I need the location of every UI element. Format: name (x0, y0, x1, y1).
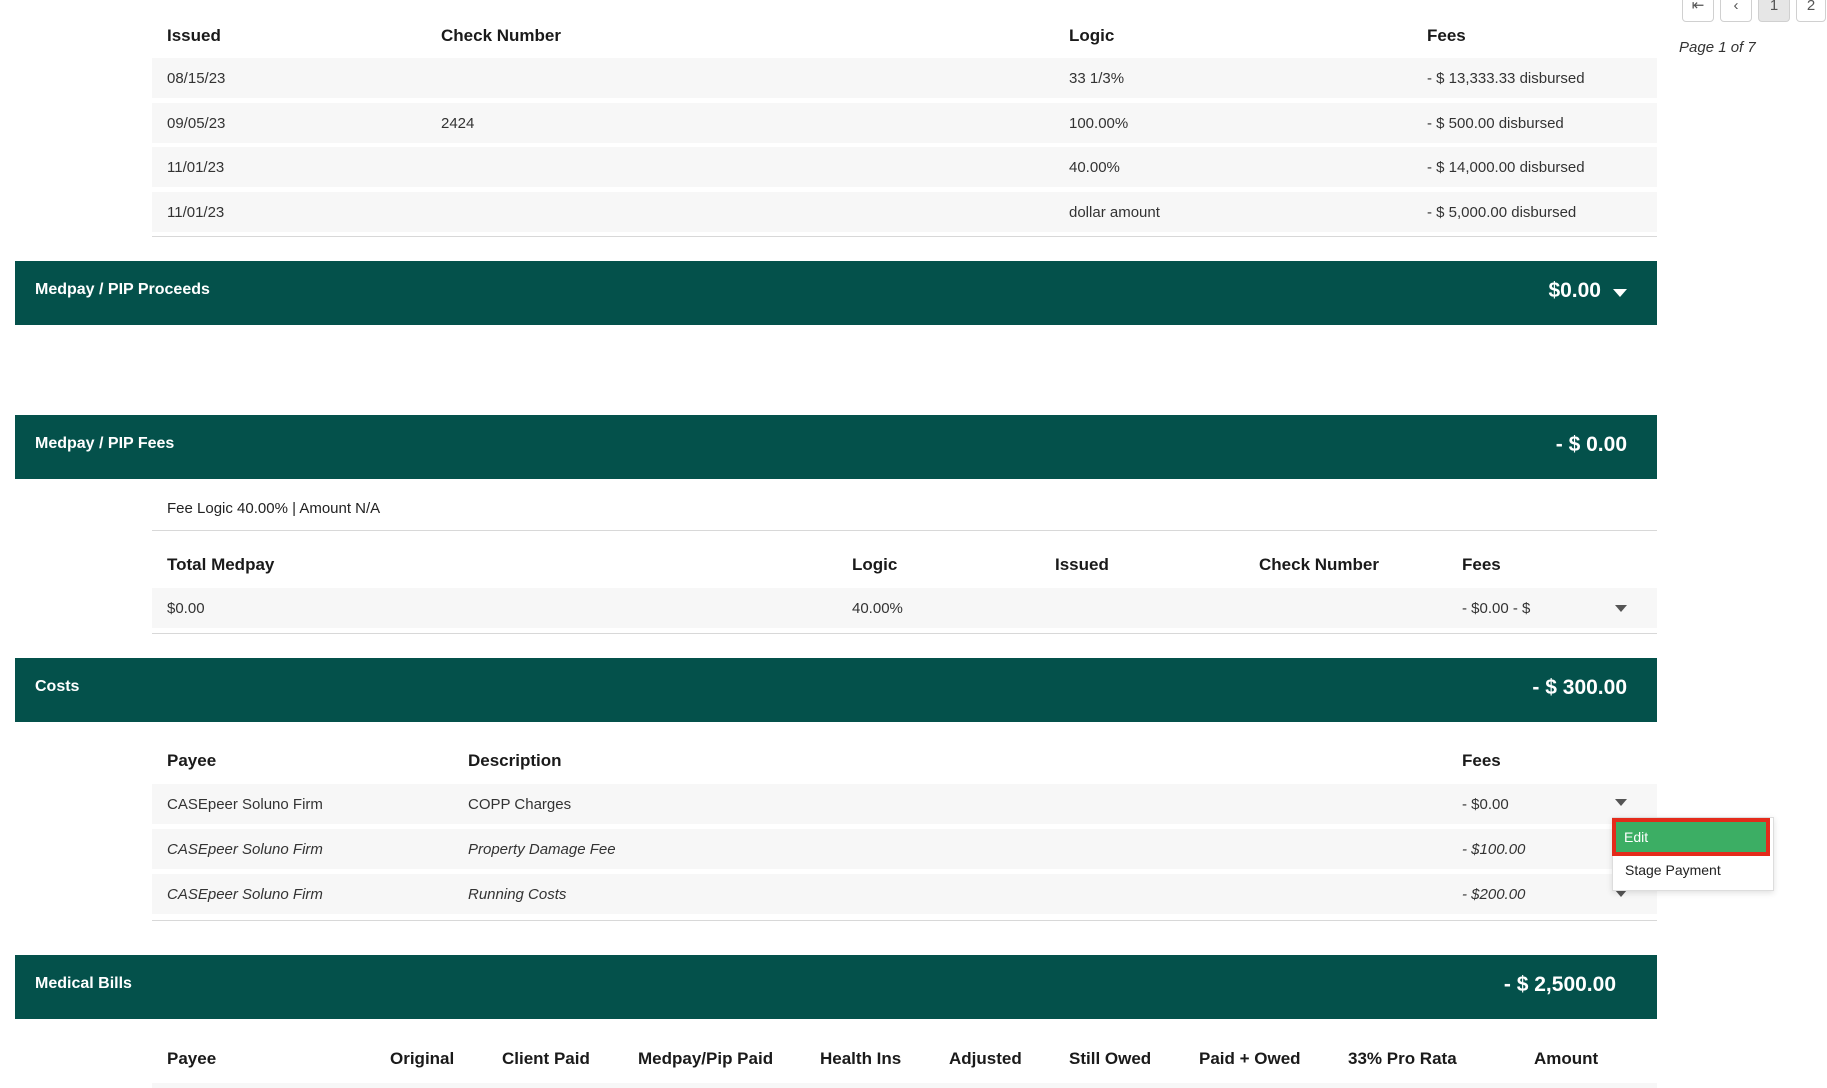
chevron-left-icon: ‹ (1733, 0, 1739, 14)
row-context-menu: Edit Stage Payment (1612, 817, 1774, 891)
table-row (152, 1083, 1657, 1088)
page-indicator: Page 1 of 7 (1679, 39, 1756, 56)
header-still-owed: Still Owed (1069, 1049, 1152, 1068)
section-amount: - $ 0.00 (1555, 433, 1627, 456)
header-check-number: Check Number (1259, 555, 1379, 574)
section-title: Medical Bills (35, 975, 132, 992)
divider (152, 633, 1657, 634)
fee-logic-text: Fee Logic 40.00% | Amount N/A (167, 500, 381, 517)
table-row: 11/01/23 40.00% - $ 14,000.00 disbursed (152, 147, 1657, 187)
header-issued: Issued (167, 26, 221, 45)
header-original: Original (390, 1049, 455, 1068)
cell-issued: 11/01/23 (167, 159, 225, 176)
divider (152, 920, 1657, 921)
cell-logic: 100.00% (1069, 115, 1129, 132)
medpay-proceeds-header[interactable]: Medpay / PIP Proceeds $0.00 (15, 261, 1657, 325)
medpay-fees-header: Medpay / PIP Fees - $ 0.00 (15, 415, 1657, 479)
cell-check: 2424 (441, 115, 475, 132)
section-title: Medpay / PIP Fees (35, 435, 175, 452)
table-row: CASEpeer Soluno Firm COPP Charges - $0.0… (152, 784, 1657, 824)
cell-logic: 40.00% (852, 600, 903, 617)
stage-payment-menu-item[interactable]: Stage Payment (1625, 862, 1721, 878)
cell-fees: - $ 13,333.33 disbursed (1427, 70, 1585, 87)
cell-issued: 08/15/23 (167, 70, 226, 87)
header-health-ins: Health Ins (820, 1049, 902, 1068)
section-amount: - $ 300.00 (1532, 676, 1627, 699)
header-fees: Fees (1427, 26, 1466, 45)
section-title: Costs (35, 678, 80, 695)
table-row: 09/05/23 2424 100.00% - $ 500.00 disburs… (152, 103, 1657, 143)
cell-fees: - $100.00 (1462, 841, 1526, 858)
cell-description: Property Damage Fee (468, 841, 616, 858)
header-payee: Payee (167, 1049, 217, 1068)
cell-total: $0.00 (167, 600, 205, 617)
divider (152, 530, 1657, 531)
cell-logic: dollar amount (1069, 204, 1160, 221)
cell-fees: - $ 14,000.00 disbursed (1427, 159, 1585, 176)
cell-logic: 33 1/3% (1069, 70, 1125, 87)
cell-fees: - $0.00 - $ (1462, 600, 1531, 617)
cell-payee: CASEpeer Soluno Firm (167, 886, 323, 903)
page-1-button[interactable]: 1 (1758, 0, 1790, 22)
edit-menu-item[interactable]: Edit (1612, 818, 1770, 856)
cell-payee: CASEpeer Soluno Firm (167, 796, 323, 813)
header-fees: Fees (1462, 555, 1501, 574)
table-row: CASEpeer Soluno Firm Running Costs - $20… (152, 874, 1657, 914)
header-fees: Fees (1462, 751, 1501, 770)
page-2-button[interactable]: 2 (1796, 0, 1826, 22)
cell-fees: - $ 5,000.00 disbursed (1427, 204, 1577, 221)
cell-payee: CASEpeer Soluno Firm (167, 841, 323, 858)
cell-issued: 11/01/23 (167, 204, 225, 221)
cell-issued: 09/05/23 (167, 115, 226, 132)
cell-logic: 40.00% (1069, 159, 1120, 176)
first-page-icon: ⇤ (1691, 0, 1705, 14)
caret-down-icon[interactable] (1613, 289, 1627, 297)
header-total-medpay: Total Medpay (167, 555, 275, 574)
cell-description: Running Costs (468, 886, 567, 903)
header-issued: Issued (1055, 555, 1109, 574)
medical-bills-header: Medical Bills - $ 2,500.00 (15, 955, 1657, 1019)
header-medpay-pip-paid: Medpay/Pip Paid (638, 1049, 774, 1068)
cell-fees: - $0.00 (1462, 796, 1509, 813)
table-row: $0.00 40.00% - $0.00 - $ (152, 588, 1657, 628)
cell-fees: - $ 500.00 disbursed (1427, 115, 1564, 132)
header-check-number: Check Number (441, 26, 561, 45)
header-adjusted: Adjusted (949, 1049, 1022, 1068)
row-menu-icon[interactable] (1615, 890, 1627, 897)
header-payee: Payee (167, 751, 217, 770)
header-logic: Logic (852, 555, 898, 574)
cell-description: COPP Charges (468, 796, 572, 813)
header-pro-rata: 33% Pro Rata (1348, 1049, 1457, 1068)
prev-page-button[interactable]: ‹ (1720, 0, 1752, 22)
first-page-button[interactable]: ⇤ (1682, 0, 1714, 22)
cell-fees: - $200.00 (1462, 886, 1526, 903)
row-menu-icon[interactable] (1615, 605, 1627, 612)
costs-header: Costs - $ 300.00 (15, 658, 1657, 722)
header-logic: Logic (1069, 26, 1115, 45)
header-description: Description (468, 751, 562, 770)
section-amount: $0.00 (1548, 279, 1601, 302)
header-client-paid: Client Paid (502, 1049, 590, 1068)
row-menu-icon[interactable] (1615, 799, 1627, 806)
header-amount: Amount (1534, 1049, 1599, 1068)
section-amount: - $ 2,500.00 (1503, 973, 1616, 996)
table-row: CASEpeer Soluno Firm Property Damage Fee… (152, 829, 1657, 869)
table-row: 11/01/23 dollar amount - $ 5,000.00 disb… (152, 192, 1657, 232)
header-paid-owed: Paid + Owed (1199, 1049, 1301, 1068)
table-row: 08/15/23 33 1/3% - $ 13,333.33 disbursed (152, 58, 1657, 98)
section-title: Medpay / PIP Proceeds (35, 281, 210, 298)
divider (152, 236, 1657, 237)
